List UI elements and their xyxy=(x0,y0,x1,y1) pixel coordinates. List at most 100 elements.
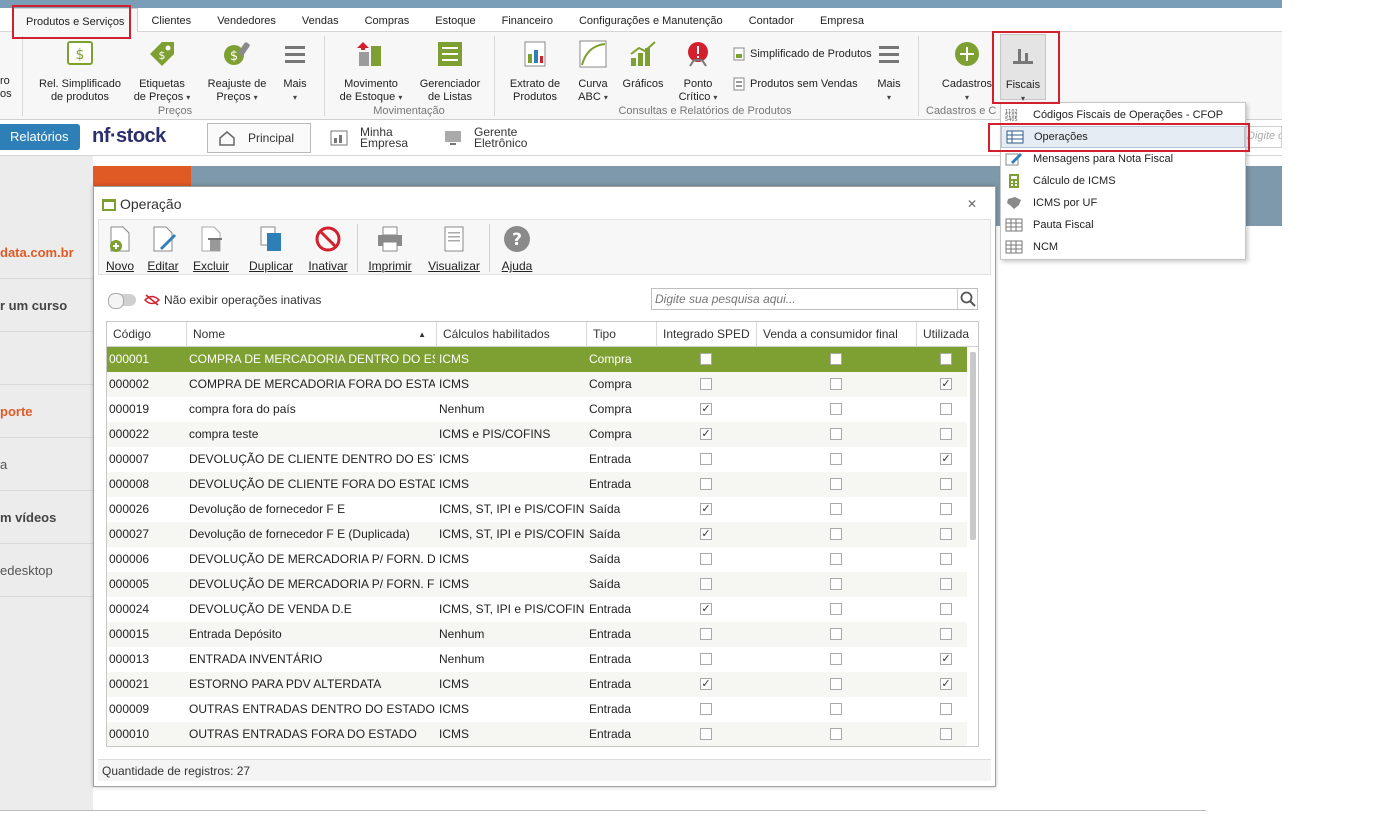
table-row[interactable]: 000009 OUTRAS ENTRADAS DENTRO DO ESTADO IC… xyxy=(107,697,967,722)
global-search-input[interactable]: Digite o xyxy=(1242,126,1282,148)
table-row[interactable]: 000019 compra fora do país Nenhum Compra ✓ xyxy=(107,397,967,422)
etiquetas-button[interactable]: $ Etiquetas de Preços ▾ xyxy=(130,38,194,104)
menu-item-calculo-icms[interactable]: Cálculo de ICMS xyxy=(1001,170,1245,192)
tab-financeiro[interactable]: Financeiro xyxy=(489,8,566,32)
checkbox-sped[interactable]: ✓ xyxy=(700,528,712,540)
gerente-eletronico-tab[interactable]: Gerente Eletrônico xyxy=(444,123,554,153)
checkbox-sped[interactable] xyxy=(700,703,712,715)
menu-item-pauta[interactable]: Pauta Fiscal xyxy=(1001,214,1245,236)
tab-produtos-servicos[interactable]: Produtos e Serviços xyxy=(12,7,139,32)
menu-item-icms-uf[interactable]: ICMS por UF xyxy=(1001,192,1245,214)
table-row[interactable]: 000026 Devolução de fornecedor F E ICMS, S… xyxy=(107,497,967,522)
sidebar-item-remote[interactable]: edesktop xyxy=(0,544,93,597)
novo-button[interactable]: Novo xyxy=(103,224,137,273)
checkbox-consumidor[interactable] xyxy=(830,353,842,365)
checkbox-sped[interactable] xyxy=(700,378,712,390)
tab-estoque[interactable]: Estoque xyxy=(422,8,488,32)
checkbox-consumidor[interactable] xyxy=(830,378,842,390)
checkbox-sped[interactable] xyxy=(700,628,712,640)
tab-contador[interactable]: Contador xyxy=(736,8,807,32)
checkbox-sped[interactable]: ✓ xyxy=(700,603,712,615)
inactive-toggle[interactable] xyxy=(108,293,136,309)
checkbox-sped[interactable] xyxy=(700,578,712,590)
imprimir-button[interactable]: Imprimir xyxy=(365,224,415,273)
checkbox-sped[interactable] xyxy=(700,728,712,740)
excluir-button[interactable]: Excluir xyxy=(191,224,231,273)
menu-item-cfop[interactable]: 1102 5102 5405 Códigos Fiscais de Operaçõe… xyxy=(1001,104,1245,126)
checkbox-consumidor[interactable] xyxy=(830,403,842,415)
principal-tab[interactable]: Principal xyxy=(207,123,311,153)
table-row[interactable]: 000013 ENTRADA INVENTÁRIO Nenhum Entrada ✓ xyxy=(107,647,967,672)
visualizar-button[interactable]: Visualizar xyxy=(427,224,481,273)
checkbox-consumidor[interactable] xyxy=(830,478,842,490)
checkbox-utilizada[interactable]: ✓ xyxy=(940,453,952,465)
tab-clientes[interactable]: Clientes xyxy=(138,8,204,32)
ponto-critico-button[interactable]: Ponto Crítico ▾ xyxy=(674,38,722,104)
checkbox-sped[interactable] xyxy=(700,553,712,565)
table-row[interactable]: 000002 COMPRA DE MERCADORIA FORA DO ESTAD… xyxy=(107,372,967,397)
checkbox-utilizada[interactable] xyxy=(940,578,952,590)
col-codigo[interactable]: Código xyxy=(107,322,187,347)
gerenciador-listas-button[interactable]: Gerenciador de Listas xyxy=(414,38,486,104)
search-input[interactable] xyxy=(652,289,952,309)
checkbox-sped[interactable] xyxy=(700,478,712,490)
table-row[interactable]: 000008 DEVOLUÇÃO DE CLIENTE FORA DO ESTAD… xyxy=(107,472,967,497)
mais-consultas-button[interactable]: Mais ▾ xyxy=(872,38,906,104)
extrato-produtos-button[interactable]: Extrato de Produtos xyxy=(504,38,566,104)
tab-compras[interactable]: Compras xyxy=(352,8,423,32)
table-row[interactable]: 000010 OUTRAS ENTRADAS FORA DO ESTADO ICMS… xyxy=(107,722,967,746)
checkbox-consumidor[interactable] xyxy=(830,603,842,615)
close-icon[interactable]: ✕ xyxy=(967,197,977,211)
table-row[interactable]: 000015 Entrada Depósito Nenhum Entrada xyxy=(107,622,967,647)
col-utilizada[interactable]: Utilizada xyxy=(917,322,978,347)
fiscais-button[interactable]: Fiscais ▾ xyxy=(1000,34,1046,103)
search-button[interactable] xyxy=(957,289,977,309)
checkbox-utilizada[interactable]: ✓ xyxy=(940,653,952,665)
ribbon-cut-button[interactable]: ro os xyxy=(0,75,12,101)
tab-vendas[interactable]: Vendas xyxy=(289,8,352,32)
checkbox-consumidor[interactable] xyxy=(830,678,842,690)
cadastros-button[interactable]: Cadastros ▾ xyxy=(936,38,998,104)
table-row[interactable]: 000022 compra teste ICMS e PIS/COFINS Compr… xyxy=(107,422,967,447)
menu-item-operacoes[interactable]: Operações xyxy=(1001,126,1245,148)
ajuda-button[interactable]: ? Ajuda xyxy=(497,224,537,273)
checkbox-consumidor[interactable] xyxy=(830,553,842,565)
checkbox-utilizada[interactable] xyxy=(940,553,952,565)
checkbox-sped[interactable] xyxy=(700,353,712,365)
checkbox-consumidor[interactable] xyxy=(830,653,842,665)
menu-item-mensagens[interactable]: Mensagens para Nota Fiscal xyxy=(1001,148,1245,170)
sidebar-item-curso[interactable]: r um curso xyxy=(0,279,93,332)
checkbox-sped[interactable]: ✓ xyxy=(700,503,712,515)
editar-button[interactable]: Editar xyxy=(145,224,181,273)
minha-empresa-tab[interactable]: Minha Empresa xyxy=(330,123,430,153)
produtos-sem-vendas-button[interactable]: Produtos sem Vendas xyxy=(732,77,858,91)
checkbox-consumidor[interactable] xyxy=(830,503,842,515)
col-tipo[interactable]: Tipo xyxy=(587,322,657,347)
checkbox-consumidor[interactable] xyxy=(830,628,842,640)
menu-item-ncm[interactable]: NCM xyxy=(1001,236,1245,258)
curva-abc-button[interactable]: Curva ABC ▾ xyxy=(572,38,614,104)
checkbox-sped[interactable] xyxy=(700,653,712,665)
checkbox-consumidor[interactable] xyxy=(830,728,842,740)
checkbox-sped[interactable]: ✓ xyxy=(700,428,712,440)
tab-empresa[interactable]: Empresa xyxy=(807,8,877,32)
sidebar-item-blank[interactable] xyxy=(0,332,93,385)
relatorios-button[interactable]: Relatórios xyxy=(0,124,80,150)
tab-vendedores[interactable]: Vendedores xyxy=(204,8,289,32)
grid-scrollbar[interactable] xyxy=(970,352,976,540)
checkbox-utilizada[interactable] xyxy=(940,528,952,540)
checkbox-utilizada[interactable] xyxy=(940,428,952,440)
checkbox-consumidor[interactable] xyxy=(830,578,842,590)
inativar-button[interactable]: Inativar xyxy=(307,224,349,273)
checkbox-consumidor[interactable] xyxy=(830,428,842,440)
col-calculos[interactable]: Cálculos habilitados xyxy=(437,322,587,347)
table-row[interactable]: 000024 DEVOLUÇÃO DE VENDA D.E ICMS, ST, IP… xyxy=(107,597,967,622)
tab-configuracoes[interactable]: Configurações e Manutenção xyxy=(566,8,736,32)
checkbox-consumidor[interactable] xyxy=(830,453,842,465)
checkbox-utilizada[interactable] xyxy=(940,728,952,740)
checkbox-utilizada[interactable]: ✓ xyxy=(940,378,952,390)
movimento-estoque-button[interactable]: Movimento de Estoque ▾ xyxy=(334,38,408,104)
sidebar-item-suporte[interactable]: porte xyxy=(0,385,93,438)
checkbox-utilizada[interactable] xyxy=(940,703,952,715)
checkbox-utilizada[interactable] xyxy=(940,403,952,415)
